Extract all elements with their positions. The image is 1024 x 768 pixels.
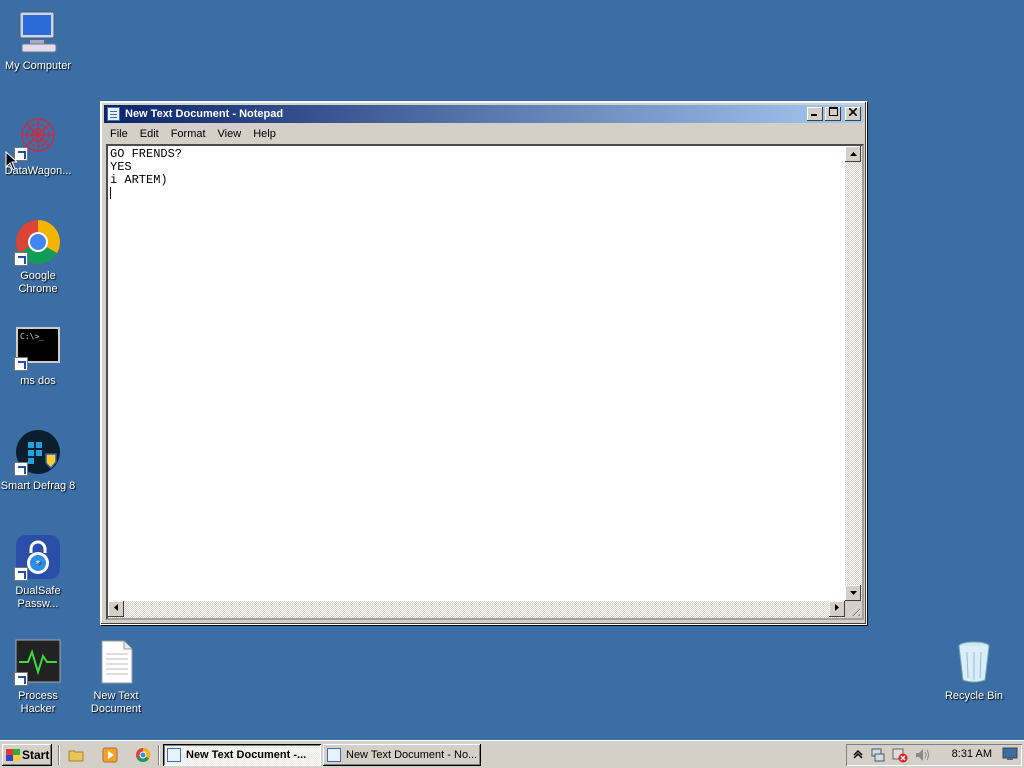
notepad-window[interactable]: New Text Document - Notepad File Edit Fo…: [100, 101, 867, 625]
desktop-icon-label: My Computer: [4, 60, 72, 72]
windows-logo-icon: [6, 749, 20, 761]
mouse-cursor-icon: [5, 151, 17, 171]
shortcut-arrow-icon: [14, 357, 28, 371]
menu-bar: File Edit Format View Help: [104, 125, 863, 143]
vertical-scrollbar[interactable]: [845, 146, 862, 601]
menu-edit[interactable]: Edit: [134, 128, 165, 140]
desktop-icon-process-hacker[interactable]: Process Hacker: [0, 638, 76, 716]
task-label: New Text Document - No...: [346, 749, 478, 761]
smart-defrag-icon: [14, 428, 62, 476]
security-alert-icon[interactable]: [892, 747, 908, 763]
desktop-icon-label: New Text Document: [90, 690, 142, 715]
chrome-icon: [14, 218, 62, 266]
window-title: New Text Document - Notepad: [125, 108, 284, 120]
close-button[interactable]: [845, 107, 861, 121]
shortcut-arrow-icon: [14, 567, 28, 581]
notepad-icon: [167, 748, 181, 762]
datawagon-icon: [14, 113, 62, 161]
text-editor-area[interactable]: GO FRENDS? YES i ARTEM): [106, 144, 864, 620]
quicklaunch-separator: [58, 745, 60, 765]
desktop-icon-smart-defrag[interactable]: Smart Defrag 8: [0, 428, 76, 493]
minimize-icon: [811, 114, 817, 116]
desktop-icon-new-text-document[interactable]: New Text Document: [78, 638, 154, 716]
desktop-icon-label: ms dos: [20, 375, 56, 387]
menu-file[interactable]: File: [104, 128, 134, 140]
notepad-titlebar[interactable]: New Text Document - Notepad: [104, 105, 863, 123]
task-label: New Text Document -...: [186, 749, 307, 761]
taskbar: Start New Text Document -... New Text Do…: [0, 740, 1024, 768]
desktop-icon-recycle-bin[interactable]: Recycle Bin: [936, 638, 1012, 703]
arrow-right-icon: [835, 604, 839, 611]
folder-icon[interactable]: [68, 747, 84, 763]
desktop-icon-my-computer[interactable]: My Computer: [0, 8, 76, 73]
desktop-icon-google-chrome[interactable]: Google Chrome: [0, 218, 76, 296]
network-icon[interactable]: [870, 747, 886, 763]
svg-text:C:\>_: C:\>_: [20, 332, 44, 341]
shortcut-arrow-icon: [14, 672, 28, 686]
minimize-button[interactable]: [807, 107, 823, 121]
resize-grip[interactable]: [845, 601, 862, 618]
scroll-down-button[interactable]: [845, 585, 861, 601]
desktop-icon-label: Process Hacker: [18, 690, 58, 715]
command-prompt-icon: C:\>_: [14, 323, 62, 371]
clock[interactable]: 8:31 AM: [952, 748, 992, 760]
desktop-icon-label: Recycle Bin: [944, 690, 1004, 702]
arrow-left-icon: [114, 604, 118, 611]
desktop-icon-dualsafe[interactable]: * DualSafe Passw...: [0, 533, 76, 611]
desktop-icon-ms-dos[interactable]: C:\>_ ms dos: [0, 323, 76, 388]
horizontal-scrollbar[interactable]: [108, 601, 845, 618]
show-hidden-icons-icon[interactable]: [850, 747, 866, 763]
desktop-icon-label: Smart Defrag 8: [0, 480, 76, 492]
chrome-icon[interactable]: [135, 747, 151, 763]
scroll-left-button[interactable]: [108, 601, 124, 617]
scroll-up-button[interactable]: [845, 146, 861, 162]
maximize-icon: [828, 107, 838, 116]
quicklaunch-separator: [158, 745, 160, 765]
text-caret: [110, 187, 111, 199]
taskbar-task-notepad[interactable]: New Text Document - No...: [323, 744, 481, 766]
process-hacker-icon: [14, 638, 62, 686]
start-button[interactable]: Start: [2, 744, 52, 766]
text-document-icon: [92, 638, 140, 686]
dualsafe-lock-icon: *: [14, 533, 62, 581]
media-player-icon[interactable]: [102, 747, 118, 763]
recycle-bin-icon: [950, 638, 998, 686]
shortcut-arrow-icon: [14, 252, 28, 266]
arrow-down-icon: [849, 591, 857, 595]
volume-icon[interactable]: [914, 747, 930, 763]
notepad-icon: [327, 748, 341, 762]
document-text[interactable]: GO FRENDS? YES i ARTEM): [110, 148, 182, 187]
menu-help[interactable]: Help: [247, 128, 282, 140]
arrow-up-icon: [849, 152, 857, 156]
shortcut-arrow-icon: [14, 462, 28, 476]
taskbar-task-notepad-active[interactable]: New Text Document -...: [163, 744, 321, 766]
notepad-icon: [107, 107, 120, 121]
my-computer-icon: [14, 8, 62, 56]
show-desktop-icon[interactable]: [1002, 747, 1018, 763]
desktop-icon-label: Google Chrome: [18, 270, 58, 295]
system-tray: 8:31 AM: [846, 744, 1022, 766]
menu-format[interactable]: Format: [165, 128, 212, 140]
menu-view[interactable]: View: [212, 128, 248, 140]
maximize-button[interactable]: [825, 107, 841, 121]
start-label: Start: [22, 748, 50, 762]
desktop-icon-label: DualSafe Passw...: [15, 585, 61, 610]
scroll-right-button[interactable]: [829, 601, 845, 617]
close-icon: [848, 107, 858, 117]
svg-text:*: *: [36, 559, 41, 570]
